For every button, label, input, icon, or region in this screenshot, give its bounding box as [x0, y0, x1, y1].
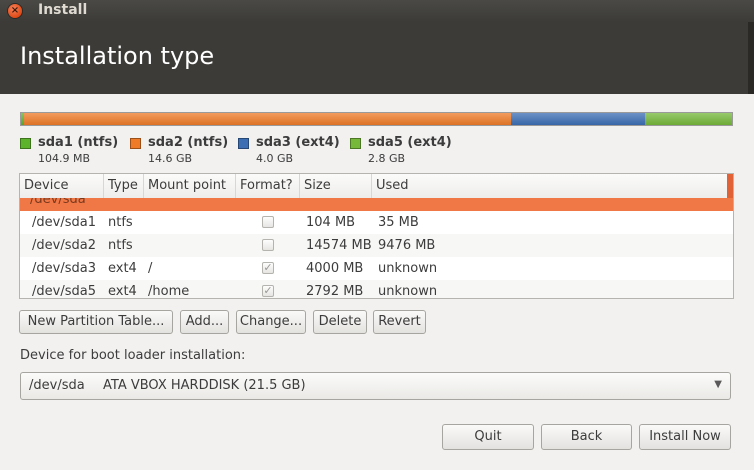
- legend-size: 4.0 GB: [256, 152, 294, 165]
- format-checkbox-checked[interactable]: ✓: [262, 262, 274, 274]
- cell-type: ntfs: [108, 215, 133, 230]
- legend-label: sda1 (ntfs): [38, 135, 119, 150]
- partition-segment-sda2: [23, 113, 511, 125]
- cell-device: /dev/sda2: [32, 238, 96, 253]
- page-header: Installation type: [0, 22, 754, 94]
- partition-bar: [20, 112, 733, 126]
- legend-label: sda5 (ext4): [368, 135, 452, 150]
- column-header-type[interactable]: Type: [104, 174, 144, 198]
- new-partition-table-button[interactable]: New Partition Table...: [19, 310, 173, 334]
- table-row[interactable]: /dev/sda1 ntfs 104 MB 35 MB: [20, 211, 733, 234]
- column-header-size[interactable]: Size: [300, 174, 372, 198]
- cell-device: /dev/sda5: [32, 284, 96, 299]
- format-checkbox[interactable]: [262, 239, 274, 251]
- bootloader-device-select[interactable]: /dev/sda ATA VBOX HARDDISK (21.5 GB) ▼: [20, 372, 731, 400]
- table-row[interactable]: /dev/sda3 ext4 / ✓ 4000 MB unknown: [20, 257, 733, 280]
- change-partition-button[interactable]: Change...: [236, 310, 306, 334]
- table-header: Device Type Mount point Format? Size Use…: [20, 174, 733, 199]
- close-icon[interactable]: ×: [8, 4, 22, 18]
- legend-swatch-icon: [20, 138, 31, 149]
- partition-legend: sda1 (ntfs) 104.9 MB sda2 (ntfs) 14.6 GB…: [20, 135, 731, 165]
- legend-swatch-icon: [350, 138, 361, 149]
- column-header-used[interactable]: Used: [372, 174, 733, 198]
- partition-segment-sda5: [644, 113, 732, 125]
- format-checkbox-checked[interactable]: ✓: [262, 285, 274, 297]
- legend-label: sda2 (ntfs): [148, 135, 229, 150]
- legend-swatch-icon: [130, 138, 141, 149]
- page-title: Installation type: [20, 42, 215, 70]
- cell-device: /dev/sda1: [32, 215, 96, 230]
- legend-label: sda3 (ext4): [256, 135, 340, 150]
- table-row[interactable]: /dev/sda2 ntfs 14574 MB 9476 MB: [20, 234, 733, 257]
- chevron-down-icon: ▼: [714, 379, 722, 390]
- window-title: Install: [38, 2, 88, 18]
- delete-partition-button[interactable]: Delete: [313, 310, 367, 334]
- group-label: /dev/sda: [30, 198, 86, 207]
- legend-size: 14.6 GB: [148, 152, 193, 165]
- back-button[interactable]: Back: [541, 424, 632, 450]
- cell-mount: /: [148, 261, 153, 276]
- legend-size: 104.9 MB: [38, 152, 91, 165]
- column-header-format[interactable]: Format?: [236, 174, 300, 198]
- add-partition-button[interactable]: Add...: [180, 310, 229, 334]
- cell-size: 4000 MB: [306, 261, 364, 276]
- window-titlebar: × Install: [0, 0, 754, 22]
- cell-size: 14574 MB: [306, 238, 372, 253]
- cell-mount: /home: [148, 284, 190, 299]
- bootloader-label: Device for boot loader installation:: [20, 348, 246, 363]
- legend-size: 2.8 GB: [368, 152, 406, 165]
- revert-button[interactable]: Revert: [373, 310, 426, 334]
- cell-type: ext4: [108, 261, 137, 276]
- table-row[interactable]: /dev/sda5 ext4 /home ✓ 2792 MB unknown: [20, 280, 733, 299]
- install-now-button[interactable]: Install Now: [639, 424, 731, 450]
- scroll-marker: [727, 174, 733, 198]
- cell-used: unknown: [378, 261, 438, 276]
- partition-table[interactable]: Device Type Mount point Format? Size Use…: [19, 173, 734, 299]
- partition-segment-sda3: [510, 113, 645, 125]
- selected-device-name: ATA VBOX HARDDISK (21.5 GB): [103, 378, 306, 393]
- format-checkbox[interactable]: [262, 216, 274, 228]
- cell-size: 104 MB: [306, 215, 356, 230]
- column-header-device[interactable]: Device: [20, 174, 104, 198]
- selected-device: /dev/sda: [29, 378, 85, 393]
- cell-used: 9476 MB: [378, 238, 436, 253]
- cell-type: ext4: [108, 284, 137, 299]
- cell-used: unknown: [378, 284, 438, 299]
- cell-type: ntfs: [108, 238, 133, 253]
- cell-used: 35 MB: [378, 215, 419, 230]
- header-edge: [748, 22, 754, 94]
- column-header-mount[interactable]: Mount point: [144, 174, 236, 198]
- main-content: sda1 (ntfs) 104.9 MB sda2 (ntfs) 14.6 GB…: [0, 94, 754, 470]
- cell-device: /dev/sda3: [32, 261, 96, 276]
- table-row-selected[interactable]: /dev/sda: [20, 198, 733, 211]
- legend-swatch-icon: [238, 138, 249, 149]
- cell-size: 2792 MB: [306, 284, 364, 299]
- quit-button[interactable]: Quit: [442, 424, 534, 450]
